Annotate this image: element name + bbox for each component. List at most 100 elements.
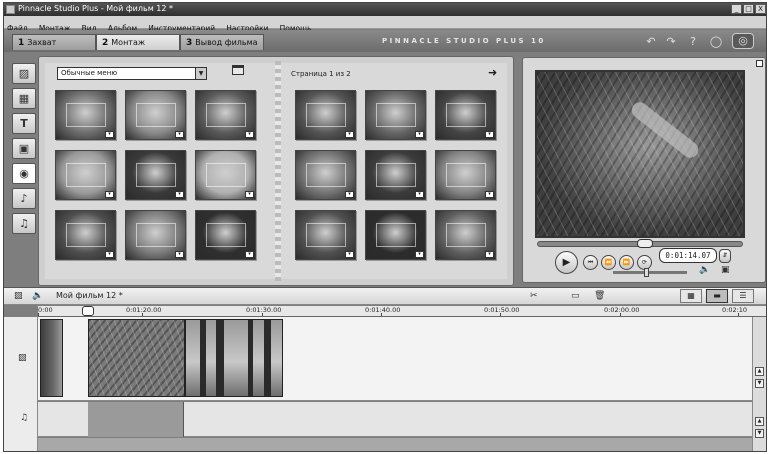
audio-clip[interactable] (88, 402, 184, 437)
menu-badge-icon: ▾ (105, 251, 114, 258)
text-view-icon[interactable]: ☰ (732, 289, 754, 303)
video-camera-icon[interactable]: ▨ (12, 63, 36, 84)
thumbnail-menu-frame (66, 103, 106, 127)
menu-template-thumbnail[interactable]: ▾ (435, 90, 496, 140)
timeline-view-icon[interactable]: ▬ (706, 289, 728, 303)
video-clip[interactable] (185, 319, 283, 397)
video-clip[interactable] (40, 319, 63, 397)
timeline-toolbar: ▨ 🔈 Мой фильм 12 * ✂ ▭ 🗑 ▦ ▬ ☰ (4, 287, 766, 305)
menu-template-thumbnail[interactable]: ▾ (435, 210, 496, 260)
menu-template-thumbnail[interactable]: ▾ (195, 210, 256, 260)
menu-template-thumbnail[interactable]: ▾ (55, 90, 116, 140)
timecode-display[interactable]: 0:01:14.07 (659, 248, 717, 263)
undo-icon[interactable]: ↶ (644, 35, 658, 48)
photo-icon[interactable]: ▣ (12, 138, 36, 159)
menu-theme-dropdown[interactable]: Обычные меню ▼ (57, 67, 207, 80)
scroll-down-icon[interactable]: ▼ (755, 379, 764, 388)
folder-icon[interactable] (232, 65, 244, 75)
minimize-button[interactable]: _ (731, 4, 742, 14)
menu-template-thumbnail[interactable]: ▾ (295, 210, 356, 260)
menu-badge-icon: ▾ (245, 131, 254, 138)
camera-track-icon[interactable]: ▨ (14, 290, 23, 302)
go-to-start-icon[interactable]: ⏮ (583, 255, 598, 270)
menu-badge-icon: ▾ (105, 131, 114, 138)
menu-template-thumbnail[interactable]: ▾ (195, 150, 256, 200)
ruler-tick-mark (262, 313, 263, 316)
playhead-scrubber[interactable] (82, 306, 94, 316)
speaker-icon[interactable]: 🔈 (699, 265, 710, 275)
scrubber-handle[interactable] (637, 239, 653, 248)
scroll-up-icon[interactable]: ▲ (755, 367, 764, 376)
dvd-icon[interactable]: ◎ (732, 33, 754, 49)
chevron-down-icon[interactable]: ▼ (195, 68, 206, 79)
speaker-mute-icon[interactable]: 🔈 (32, 290, 43, 302)
ruler-tick-mark (142, 313, 143, 316)
audio-track-icon[interactable]: ♫ (20, 413, 28, 423)
app-icon (6, 5, 15, 14)
sound-icon[interactable]: ♪ (12, 188, 36, 209)
clip-properties-icon[interactable]: ▭ (571, 290, 580, 302)
music-track[interactable] (38, 438, 752, 451)
tree-trunk (200, 320, 206, 396)
video-clip[interactable] (88, 319, 185, 397)
menu-template-thumbnail[interactable]: ▾ (55, 150, 116, 200)
close-button[interactable]: X (755, 4, 766, 14)
timeline-ruler[interactable]: 0:00 0:01:20.00 0:01:30.00 0:01:40.00 0:01:5… (38, 306, 766, 317)
video-track-icon[interactable]: ▨ (18, 353, 27, 363)
preview-subject (628, 99, 702, 161)
menu-template-thumbnail[interactable]: ▾ (365, 150, 426, 200)
timecode-stepper[interactable]: ⇵ (719, 249, 731, 263)
play-button[interactable]: ▶ (555, 251, 578, 274)
tab-label: Вывод фильма (195, 38, 258, 47)
transitions-icon[interactable]: ▦ (12, 88, 36, 109)
thumbnail-menu-frame (376, 223, 416, 247)
tab-capture[interactable]: 1 Захват (12, 34, 96, 50)
hint-lamp-icon[interactable]: ◯ (709, 35, 723, 48)
menu-template-thumbnail[interactable]: ▾ (195, 90, 256, 140)
maximize-button[interactable]: □ (743, 4, 754, 14)
scroll-down-icon[interactable]: ▼ (755, 429, 764, 438)
thumbnail-menu-frame (136, 163, 176, 187)
title-icon[interactable]: T (12, 113, 36, 134)
tab-edit[interactable]: 2 Монтаж (96, 34, 180, 50)
fast-forward-icon[interactable]: ⏩ (619, 255, 634, 270)
thumbnail-menu-frame (446, 163, 486, 187)
menu-template-thumbnail[interactable]: ▾ (55, 210, 116, 260)
tab-make-movie[interactable]: 3 Вывод фильма (180, 34, 264, 50)
ruler-tick-label: 0:01:30.00 (246, 306, 282, 314)
video-track[interactable] (38, 317, 752, 401)
video-preview-screen (535, 70, 745, 238)
audio-track[interactable] (38, 402, 752, 437)
menu-template-thumbnail[interactable]: ▾ (295, 90, 356, 140)
menu-badge-icon: ▾ (345, 191, 354, 198)
menu-template-thumbnail[interactable]: ▾ (435, 150, 496, 200)
menu-bar: Файл Монтаж Вид Альбом Инструментарий На… (4, 16, 766, 33)
volume-slider-handle[interactable] (644, 268, 649, 277)
timeline-scrollbar[interactable]: ▲ ▼ ▲ ▼ (752, 317, 766, 451)
disc-menu-icon[interactable]: ◉ (12, 163, 36, 184)
trash-icon[interactable]: 🗑 (594, 290, 605, 302)
menu-badge-icon: ▾ (175, 131, 184, 138)
menu-template-thumbnail[interactable]: ▾ (365, 210, 426, 260)
music-icon[interactable]: ♫ (12, 213, 36, 234)
menu-template-thumbnail[interactable]: ▾ (125, 150, 186, 200)
razor-icon[interactable]: ✂ (530, 290, 538, 302)
popout-icon[interactable] (756, 60, 763, 67)
menu-badge-icon: ▾ (105, 191, 114, 198)
next-page-arrow-icon[interactable]: ➜ (488, 66, 497, 79)
help-icon[interactable]: ? (686, 35, 700, 48)
fullscreen-icon[interactable]: ▣ (721, 265, 730, 275)
scrubber-bar[interactable] (537, 239, 743, 248)
volume-slider[interactable] (613, 268, 687, 277)
storyboard-view-icon[interactable]: ▦ (680, 289, 702, 303)
menu-template-thumbnail[interactable]: ▾ (125, 90, 186, 140)
redo-icon[interactable]: ↷ (664, 35, 678, 48)
menu-template-thumbnail[interactable]: ▾ (125, 210, 186, 260)
ruler-tick-label: 0:01:20.00 (126, 306, 162, 314)
ruler-tick-mark (381, 313, 382, 316)
thumbnail-menu-frame (306, 223, 346, 247)
rewind-icon[interactable]: ⏪ (601, 255, 616, 270)
menu-template-thumbnail[interactable]: ▾ (295, 150, 356, 200)
scroll-up-icon[interactable]: ▲ (755, 417, 764, 426)
menu-template-thumbnail[interactable]: ▾ (365, 90, 426, 140)
